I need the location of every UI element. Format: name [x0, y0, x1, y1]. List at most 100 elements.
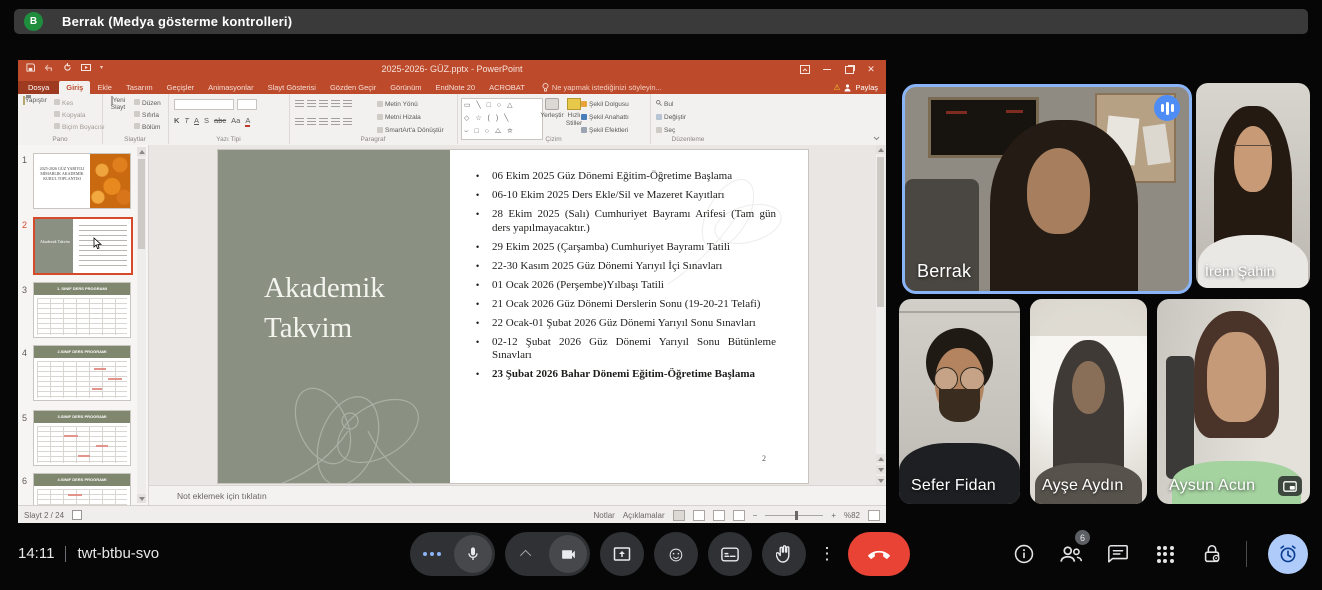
- slide-thumbnail-6[interactable]: 4.SINIF DERS PROGRAMI: [33, 473, 131, 505]
- align-center-icon[interactable]: [307, 118, 316, 126]
- bold-button[interactable]: K: [174, 116, 179, 125]
- chat-button[interactable]: [1105, 532, 1131, 576]
- align-text-button[interactable]: Metni Hizala: [377, 111, 444, 124]
- spell-check-icon[interactable]: [72, 510, 82, 520]
- leave-call-button[interactable]: [848, 532, 910, 576]
- captions-button[interactable]: [708, 532, 752, 576]
- audio-options[interactable]: [410, 552, 454, 556]
- font-color-button[interactable]: A: [245, 116, 250, 127]
- ribbon-display-options-icon[interactable]: [794, 62, 816, 77]
- share-button[interactable]: ⚠ Paylaş: [833, 81, 886, 94]
- scroll-up-icon[interactable]: [876, 145, 885, 154]
- text-direction-button[interactable]: Metin Yönü: [377, 98, 444, 111]
- slide-thumbnail-5[interactable]: 3.SINIF DERS PROGRAMI: [33, 410, 131, 466]
- italic-button[interactable]: T: [184, 116, 189, 125]
- meeting-details-button[interactable]: [1011, 532, 1037, 576]
- camera-icon[interactable]: [549, 535, 587, 573]
- shape-outline-button[interactable]: Şekil Anahattı: [581, 111, 629, 124]
- columns-icon[interactable]: [343, 118, 352, 126]
- previous-slide-icon[interactable]: [876, 454, 885, 463]
- thumbnails-scrollbar[interactable]: [137, 147, 146, 503]
- microphone-icon[interactable]: [454, 535, 492, 573]
- tab-giris[interactable]: Giriş: [59, 81, 90, 94]
- restore-button[interactable]: [838, 62, 860, 77]
- bullet-list-icon[interactable]: [295, 100, 304, 108]
- next-slide-icon[interactable]: [876, 465, 885, 474]
- tab-ekle[interactable]: Ekle: [90, 81, 119, 94]
- scroll-down-icon[interactable]: [876, 476, 885, 485]
- copy-button[interactable]: Kopyala: [54, 110, 105, 122]
- notes-pane[interactable]: Not eklemek için tıklatın: [149, 485, 886, 505]
- slide-thumbnail-3[interactable]: 1. SINIF DERS PROGRAMI: [33, 282, 131, 338]
- comments-toggle[interactable]: Açıklamalar: [623, 511, 665, 520]
- current-slide[interactable]: Akademik Takvim: [218, 150, 808, 483]
- format-painter-button[interactable]: Biçim Boyacısı: [54, 122, 105, 134]
- cut-button[interactable]: Kes: [54, 98, 105, 110]
- canvas-scrollbar[interactable]: [876, 145, 885, 485]
- reactions-button[interactable]: ☺: [654, 532, 698, 576]
- video-options[interactable]: [505, 550, 549, 558]
- zoom-in-button[interactable]: +: [831, 511, 836, 520]
- slideshow-view-icon[interactable]: [733, 510, 745, 521]
- slide-thumbnail-2-selected[interactable]: Akademik Takvim: [33, 217, 133, 275]
- tab-gecisler[interactable]: Geçişler: [160, 81, 202, 94]
- shape-fill-button[interactable]: Şekil Dolgusu: [581, 98, 629, 111]
- minimize-button[interactable]: [816, 62, 838, 77]
- layout-button[interactable]: Düzen: [134, 98, 161, 110]
- decrease-indent-icon[interactable]: [319, 100, 328, 108]
- host-controls-button[interactable]: [1199, 532, 1225, 576]
- zoom-slider-handle[interactable]: [795, 511, 798, 520]
- scroll-up-icon[interactable]: [137, 147, 146, 156]
- reading-view-icon[interactable]: [713, 510, 725, 521]
- tell-me-box[interactable]: Ne yapmak istediğinizi söyleyin...: [542, 81, 662, 94]
- section-button[interactable]: Bölüm: [134, 122, 161, 134]
- raise-hand-button[interactable]: [762, 532, 806, 576]
- line-spacing-icon[interactable]: [343, 100, 352, 108]
- arrange-button[interactable]: Yerleştir: [539, 98, 565, 120]
- slide-thumbnail-4[interactable]: 2.SINIF DERS PROGRAMI: [33, 345, 131, 401]
- tab-acrobat[interactable]: ACROBAT: [482, 81, 532, 94]
- find-button[interactable]: Bul: [656, 98, 686, 111]
- align-right-icon[interactable]: [319, 118, 328, 126]
- reset-button[interactable]: Sıfırla: [134, 110, 161, 122]
- align-left-icon[interactable]: [295, 118, 304, 126]
- new-slide-button[interactable]: Yeni Slayt: [103, 97, 133, 111]
- font-name-select[interactable]: [174, 99, 234, 110]
- timer-extension-button[interactable]: [1268, 534, 1308, 574]
- slide-thumbnail-1[interactable]: 2025-2026 GÜZ YARIYILI MİMARLIK AKADEMİK…: [33, 153, 131, 209]
- font-size-select[interactable]: [237, 99, 257, 110]
- tab-slayt-gosterisi[interactable]: Slayt Gösterisi: [261, 81, 323, 94]
- slide-sorter-view-icon[interactable]: [693, 510, 705, 521]
- camera-button[interactable]: [505, 532, 590, 576]
- present-screen-button[interactable]: [600, 532, 644, 576]
- numbered-list-icon[interactable]: [307, 100, 316, 108]
- video-tile-sefer[interactable]: Sefer Fidan: [899, 299, 1020, 504]
- scrollbar-thumb[interactable]: [877, 157, 884, 307]
- normal-view-icon[interactable]: [673, 510, 685, 521]
- zoom-slider[interactable]: [765, 515, 823, 516]
- tab-endnote[interactable]: EndNote 20: [428, 81, 482, 94]
- fit-to-window-icon[interactable]: [868, 510, 880, 521]
- more-options-button[interactable]: ⋮: [816, 532, 838, 576]
- change-case-button[interactable]: Aa: [231, 116, 240, 125]
- scrollbar-thumb[interactable]: [138, 159, 145, 249]
- tab-gorunum[interactable]: Görünüm: [383, 81, 428, 94]
- shapes-gallery[interactable]: ▭ ╲ □ ○ △ ◇ ☆ ( ) ╲ ⌣ □ ○ △ ☆: [461, 98, 543, 140]
- tab-dosya[interactable]: Dosya: [18, 81, 59, 94]
- picture-in-picture-icon[interactable]: [1278, 476, 1302, 496]
- participants-button[interactable]: 6: [1058, 532, 1084, 576]
- justify-icon[interactable]: [331, 118, 340, 126]
- scroll-down-icon[interactable]: [137, 494, 146, 503]
- strikethrough-button[interactable]: abc: [214, 116, 226, 125]
- video-tile-berrak[interactable]: Berrak: [902, 84, 1192, 294]
- increase-indent-icon[interactable]: [331, 100, 340, 108]
- video-tile-aysun[interactable]: Aysun Acun: [1157, 299, 1310, 504]
- underline-button[interactable]: A: [194, 116, 199, 125]
- close-button[interactable]: ✕: [860, 62, 882, 77]
- collapse-ribbon-icon[interactable]: [873, 136, 881, 142]
- tab-gozden-gecir[interactable]: Gözden Geçir: [323, 81, 383, 94]
- video-tile-irem[interactable]: İrem Şahin: [1196, 83, 1310, 288]
- tab-tasarim[interactable]: Tasarım: [119, 81, 160, 94]
- microphone-button[interactable]: [410, 532, 495, 576]
- notes-toggle[interactable]: Notlar: [594, 511, 615, 520]
